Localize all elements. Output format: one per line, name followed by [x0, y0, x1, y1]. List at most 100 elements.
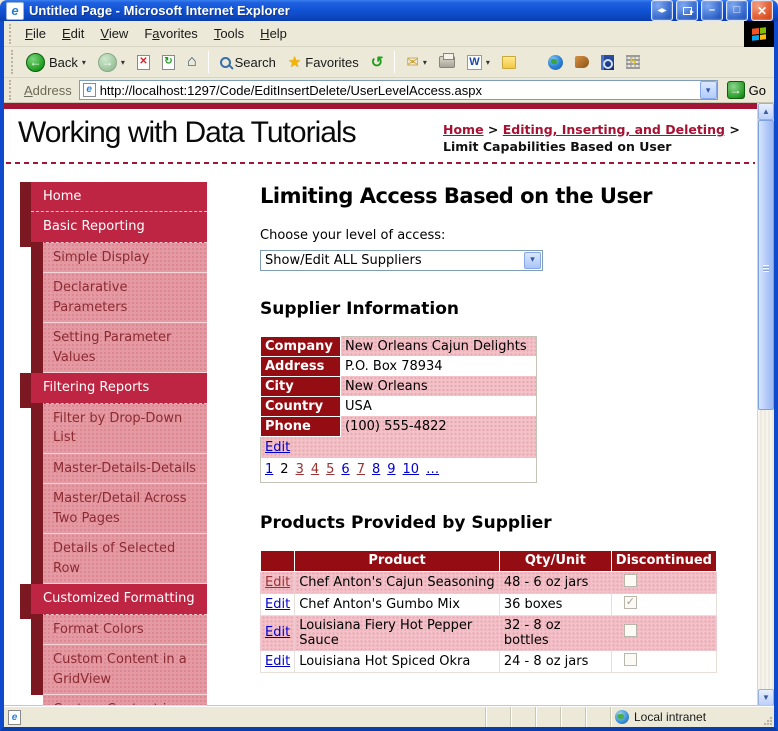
browser-extension-globe-button[interactable]: [543, 53, 568, 72]
supplier-edit-link[interactable]: Edit: [265, 440, 290, 455]
resize-grip[interactable]: [760, 707, 774, 727]
back-dropdown-icon[interactable]: ▾: [82, 58, 86, 67]
column-header-product: Product: [294, 549, 500, 572]
vertical-scrollbar[interactable]: ▲ ▼: [757, 103, 774, 707]
favorites-label: Favorites: [305, 54, 359, 70]
sidebar-item[interactable]: Declarative Parameters: [31, 272, 207, 324]
mail-dropdown-icon[interactable]: ▾: [423, 58, 427, 67]
discontinued-checkbox[interactable]: [623, 652, 637, 666]
pager-link[interactable]: 9: [387, 462, 395, 477]
forward-dropdown-icon[interactable]: ▾: [121, 58, 125, 67]
messenger-button[interactable]: ϟ: [621, 53, 645, 71]
menu-item[interactable]: View: [92, 22, 136, 45]
pager-link[interactable]: 8: [372, 462, 380, 477]
edit-with-word-button[interactable]: W ▾: [462, 53, 495, 72]
sidebar-item[interactable]: Details of Selected Row: [31, 533, 207, 585]
sidebar-navigation: Home Basic Reporting Simple Display Decl…: [20, 181, 207, 707]
scrollbar-thumb[interactable]: [758, 120, 774, 410]
status-pane: [510, 707, 535, 728]
select-arrow-icon[interactable]: ▾: [524, 251, 541, 269]
product-edit-link[interactable]: Edit: [265, 575, 290, 590]
windows-logo: [744, 21, 774, 47]
toolbar-grip[interactable]: [9, 23, 14, 44]
ie-logo-icon: e: [6, 1, 24, 20]
pager-link[interactable]: 7: [357, 462, 365, 477]
address-dropdown-button[interactable]: ▾: [699, 81, 717, 99]
discontinued-checkbox[interactable]: [623, 573, 637, 587]
address-input[interactable]: e http://localhost:1297/Code/EditInsertD…: [78, 80, 718, 100]
menu-item[interactable]: Favorites: [136, 22, 205, 45]
discontinued-checkbox[interactable]: [623, 624, 637, 638]
refresh-button[interactable]: ↻: [157, 53, 180, 72]
status-page-icon: e: [8, 709, 21, 725]
home-icon: ⌂: [186, 53, 197, 70]
sidebar-item[interactable]: Basic Reporting: [20, 212, 207, 247]
pager-link[interactable]: 4: [311, 462, 319, 477]
maximize-button[interactable]: □: [726, 0, 748, 21]
sidebar-item[interactable]: Master/Detail Across Two Pages: [31, 483, 207, 535]
favorites-button[interactable]: ★ Favorites: [283, 53, 364, 72]
product-qty-cell: 32 - 8 oz bottles: [498, 614, 612, 651]
stop-icon: ✕: [136, 54, 150, 70]
supplier-field-row: Phone (100) 555-4822: [260, 415, 537, 437]
discontinued-checkbox[interactable]: [623, 595, 637, 609]
address-label: Address: [24, 82, 72, 98]
product-row: Edit Chef Anton's Gumbo Mix 36 boxes: [259, 592, 718, 616]
back-button[interactable]: ← Back ▾: [21, 51, 91, 74]
sidebar-item-label: Master-Details-Details: [53, 460, 197, 476]
product-edit-link[interactable]: Edit: [265, 597, 290, 612]
pager-link[interactable]: 3: [296, 462, 304, 477]
pager-link[interactable]: …: [426, 462, 439, 477]
toolbar-separator: [207, 51, 209, 73]
scroll-down-button[interactable]: ▼: [758, 689, 774, 707]
toolbar-grip[interactable]: [11, 50, 16, 74]
popout-button[interactable]: [676, 0, 698, 21]
product-edit-link[interactable]: Edit: [265, 654, 290, 669]
pager-link[interactable]: 2: [280, 462, 288, 477]
print-button[interactable]: [434, 53, 460, 70]
pager-link[interactable]: 1: [265, 462, 273, 477]
pager-link[interactable]: 10: [403, 462, 420, 477]
mail-button[interactable]: ✉ ▾: [401, 53, 432, 72]
url-text[interactable]: http://localhost:1297/Code/EditInsertDel…: [100, 83, 700, 98]
notes-button[interactable]: [497, 54, 521, 71]
edit-dropdown-icon[interactable]: ▾: [486, 58, 490, 67]
scroll-up-button[interactable]: ▲: [758, 103, 774, 120]
access-level-select[interactable]: Show/Edit ALL Suppliers ▾: [260, 249, 543, 271]
breadcrumb-home-link[interactable]: Home: [443, 122, 484, 137]
sidebar-item[interactable]: Custom Content in a GridView: [31, 644, 207, 696]
pager-link[interactable]: 6: [341, 462, 349, 477]
sidebar-item[interactable]: Filtering Reports: [20, 373, 207, 408]
mail-icon: ✉: [406, 53, 419, 71]
product-edit-link[interactable]: Edit: [265, 625, 290, 640]
menu-item[interactable]: Edit: [54, 22, 92, 45]
close-button[interactable]: ✕: [751, 0, 773, 21]
go-button[interactable]: → Go: [723, 81, 770, 99]
stop-button[interactable]: ✕: [132, 53, 155, 72]
pager-link[interactable]: 5: [326, 462, 334, 477]
menu-item[interactable]: Tools: [206, 22, 252, 45]
home-button[interactable]: ⌂: [182, 52, 202, 72]
menu-item[interactable]: File: [17, 22, 54, 45]
word-icon: W: [466, 54, 482, 70]
browser-extension-fox-button[interactable]: [570, 54, 594, 70]
sidebar-item[interactable]: Custom Content in a: [43, 695, 207, 707]
minimize-button[interactable]: –: [701, 0, 723, 21]
breadcrumb-section-link[interactable]: Editing, Inserting, and Deleting: [503, 122, 725, 137]
sidebar-item[interactable]: Master-Details-Details: [31, 452, 207, 485]
sidebar-item-label: Customized Formatting: [43, 591, 195, 607]
sidebar-item[interactable]: Simple Display: [31, 241, 207, 274]
scrollbar-track[interactable]: [758, 410, 774, 690]
menu-item[interactable]: Help: [252, 22, 295, 45]
sidebar-item[interactable]: Filter by Drop-Down List: [31, 402, 207, 454]
split-view-button[interactable]: ◀▶: [651, 0, 673, 21]
sidebar-item[interactable]: Setting Parameter Values: [31, 322, 207, 374]
forward-button[interactable]: → ▾: [93, 51, 130, 74]
history-button[interactable]: ↺: [366, 53, 389, 72]
toolbar-grip[interactable]: [9, 80, 14, 100]
sidebar-item[interactable]: Home: [20, 181, 207, 216]
sidebar-item[interactable]: Format Colors: [31, 613, 207, 646]
sidebar-item[interactable]: Customized Formatting: [20, 584, 207, 619]
search-button[interactable]: Search: [215, 53, 281, 72]
research-button[interactable]: [596, 53, 619, 72]
